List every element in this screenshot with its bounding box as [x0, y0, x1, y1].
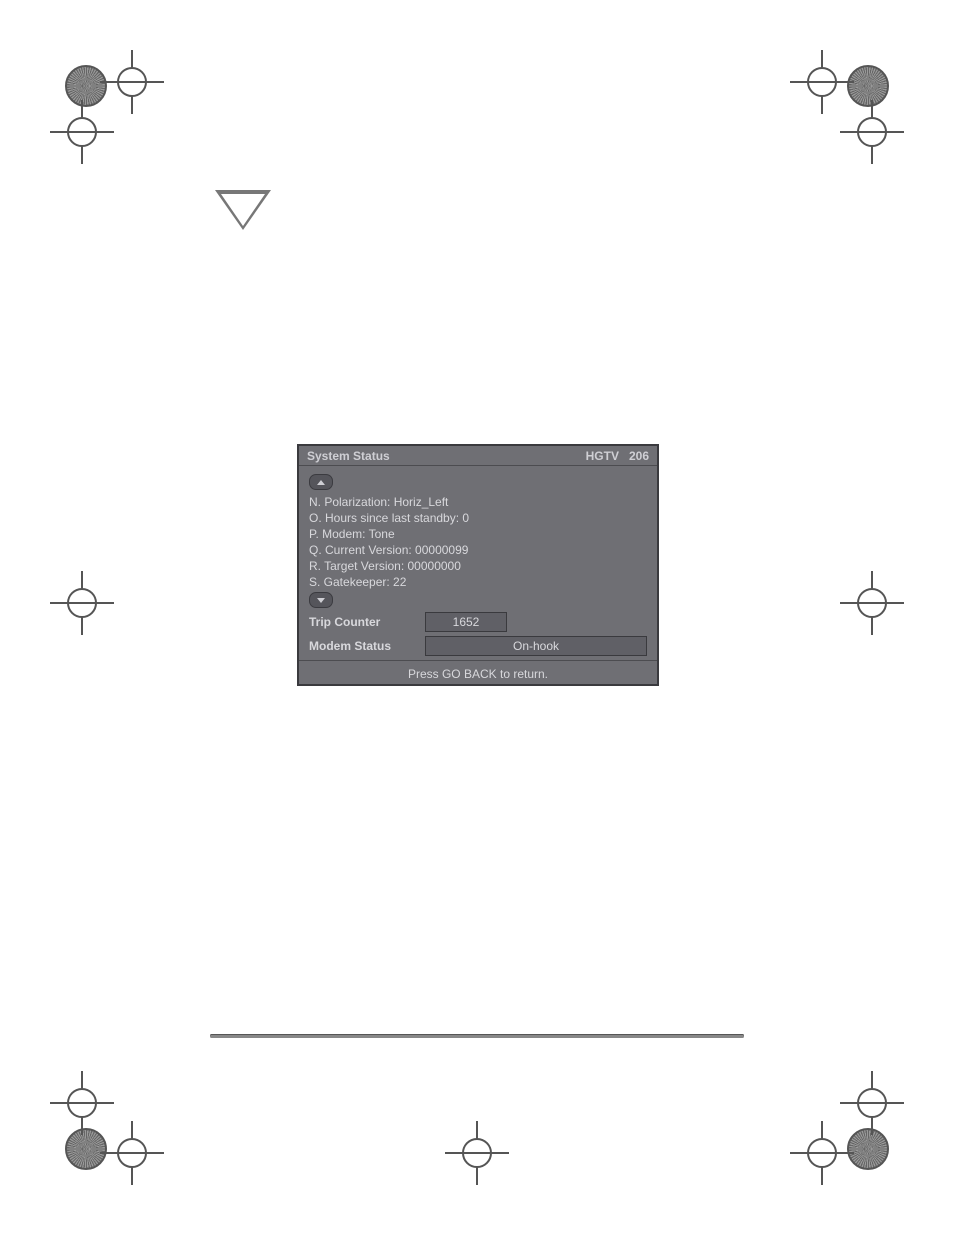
registration-globe-icon	[847, 65, 889, 107]
status-line: P. Modem: Tone	[309, 526, 647, 542]
status-line: N. Polarization: Horiz_Left	[309, 494, 647, 510]
status-line: Q. Current Version: 00000099	[309, 542, 647, 558]
separator-rule	[210, 1035, 744, 1038]
status-lines: N. Polarization: Horiz_Left O. Hours sin…	[309, 494, 647, 590]
status-line: R. Target Version: 00000000	[309, 558, 647, 574]
modem-status-label: Modem Status	[309, 639, 417, 653]
crosshair-icon	[800, 1131, 844, 1175]
registration-mark-bottom-center	[447, 1080, 507, 1170]
registration-mark-mid-right	[829, 573, 889, 663]
crosshair-icon	[60, 1081, 104, 1125]
crosshair-icon	[110, 1131, 154, 1175]
crosshair-icon	[110, 60, 154, 104]
registration-mark-top-left	[65, 65, 185, 155]
crosshair-icon	[800, 60, 844, 104]
channel-number: 206	[629, 449, 649, 463]
trip-counter-row: Trip Counter 1652	[309, 612, 647, 632]
panel-body: N. Polarization: Horiz_Left O. Hours sin…	[299, 466, 657, 660]
registration-globe-icon	[65, 1128, 107, 1170]
registration-mark-bottom-left	[65, 1080, 185, 1170]
scroll-down-button[interactable]	[309, 592, 333, 608]
modem-status-row: Modem Status On-hook	[309, 636, 647, 656]
crosshair-icon	[455, 1131, 499, 1175]
crosshair-icon	[60, 581, 104, 625]
trip-counter-label: Trip Counter	[309, 615, 417, 629]
registration-mark-top-right	[769, 65, 889, 155]
registration-globe-icon	[65, 65, 107, 107]
crosshair-icon	[850, 581, 894, 625]
registration-mark-mid-left	[65, 573, 125, 663]
modem-status-value: On-hook	[425, 636, 647, 656]
arrow-up-icon	[317, 480, 325, 485]
crosshair-icon	[850, 1081, 894, 1125]
arrow-down-icon	[317, 598, 325, 603]
system-status-panel: System Status HGTV 206 N. Polarization: …	[297, 444, 659, 686]
status-line: O. Hours since last standby: 0	[309, 510, 647, 526]
down-triangle-icon	[215, 190, 271, 230]
trip-counter-value: 1652	[425, 612, 507, 632]
panel-title: System Status	[307, 449, 390, 463]
panel-titlebar: System Status HGTV 206	[299, 446, 657, 466]
registration-mark-bottom-right	[769, 1080, 889, 1170]
channel-name: HGTV	[586, 449, 619, 463]
registration-globe-icon	[847, 1128, 889, 1170]
crosshair-icon	[60, 110, 104, 154]
scroll-up-button[interactable]	[309, 474, 333, 490]
crosshair-icon	[850, 110, 894, 154]
status-line: S. Gatekeeper: 22	[309, 574, 647, 590]
panel-footer: Press GO BACK to return.	[299, 660, 657, 689]
